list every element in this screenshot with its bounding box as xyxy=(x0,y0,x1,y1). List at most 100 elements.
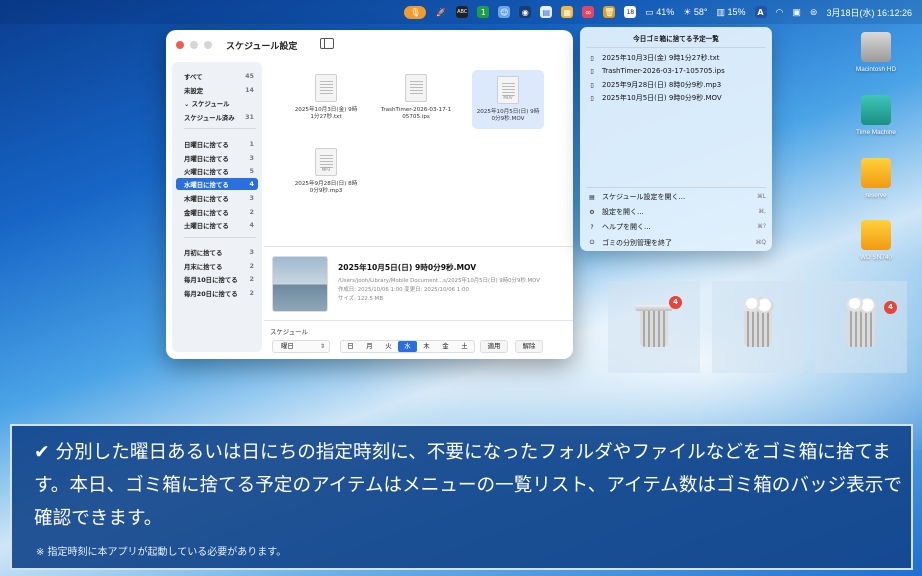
battery-indicator[interactable]: ▭ 41% xyxy=(645,7,674,18)
power-icon: ⏻ xyxy=(589,239,595,246)
file-item[interactable]: TrashTimer-2026-03-17-1 05705.ips xyxy=(380,74,452,121)
trash-menu-popup: 今日ゴミ箱に捨てる予定一覧 ▯ 2025年10月3日(金) 9時1分27秒.txt… xyxy=(580,27,772,251)
sidebar-item-unset[interactable]: 未設定 14 xyxy=(176,84,258,96)
zoom-button[interactable] xyxy=(204,41,212,49)
menubar-clock[interactable]: 3月18日(水) 16:12:26 xyxy=(826,6,912,19)
sidebar-group-schedule[interactable]: ⌄ スケジュール xyxy=(176,97,258,109)
file-name-line: 0分9秒.MOV xyxy=(491,116,525,122)
desktop-drive-macintosh-hd[interactable]: Macintosh HD xyxy=(846,32,906,73)
menu-quit[interactable]: ⏻ ゴミの分別管理を終了 ⌘Q xyxy=(588,237,766,249)
close-button[interactable] xyxy=(176,41,184,49)
rocket-icon[interactable]: 🚀 xyxy=(435,6,447,18)
menu-open-help[interactable]: ? ヘルプを開く... ⌘? xyxy=(588,221,766,233)
menu-open-schedule[interactable]: ▤ スケジュール設定を開く... ⌘L xyxy=(588,191,766,203)
finder-icon[interactable]: ☺ xyxy=(498,6,511,18)
apply-button[interactable]: 適用 xyxy=(480,340,508,353)
calendar-icon[interactable]: 18 xyxy=(624,6,637,18)
keyboard-icon[interactable]: A xyxy=(754,6,767,18)
chart-icon[interactable]: ◉ xyxy=(519,6,532,18)
weekday-wed[interactable]: 水 xyxy=(398,341,417,352)
sidebar-item-label: 月初に捨てる xyxy=(184,248,223,257)
sidebar-item-all[interactable]: すべて 45 xyxy=(176,70,258,82)
desktop-drive-wd-sn740[interactable]: WD SN740 xyxy=(846,220,906,261)
file-item[interactable]: MP3 2025年9月28日(日) 8時 0分9秒.mp3 xyxy=(290,148,362,195)
schedule-divider xyxy=(264,320,573,321)
sidebar-item-thursday[interactable]: 木曜日に捨てる 3 xyxy=(176,192,258,204)
sidebar-item-count: 2 xyxy=(249,289,254,297)
popup-divider xyxy=(586,47,766,48)
desktop-drive-time-machine[interactable]: Time Machine xyxy=(846,95,906,136)
gear-icon: ⚙ xyxy=(589,208,595,216)
control-center-icon[interactable]: ⊜ xyxy=(810,7,818,18)
weekday-tue[interactable]: 火 xyxy=(379,341,398,352)
weekday-sun[interactable]: 日 xyxy=(341,341,360,352)
desktop-icon-label: Time Machine xyxy=(856,129,896,136)
sidebar-item-month-start[interactable]: 月初に捨てる 3 xyxy=(176,246,258,258)
menu-item-label: 設定を開く... xyxy=(602,208,644,216)
weekday-segmented-control: 日 月 火 水 木 金 土 xyxy=(340,340,475,353)
weekday-sat[interactable]: 土 xyxy=(455,341,474,352)
one-icon[interactable]: 1 xyxy=(477,6,490,18)
menu-item-label: スケジュール設定を開く... xyxy=(602,193,686,201)
file-item[interactable]: 2025年10月3日(金) 9時 1分27秒.txt xyxy=(290,74,362,121)
sidebar-item-count: 14 xyxy=(245,86,254,94)
titlebar: スケジュール設定 xyxy=(166,30,573,60)
file-item-selected[interactable]: MOV 2025年10月5日(日) 9時 0分9秒.MOV xyxy=(472,70,544,129)
cancel-button[interactable]: 解除 xyxy=(515,340,543,353)
sidebar-item-count: 31 xyxy=(245,113,254,121)
schedule-window: スケジュール設定 すべて 45 未設定 14 ⌄ スケジュール スケジュール済み 31… xyxy=(166,30,573,359)
desktop-drive-reserve[interactable]: reserve xyxy=(846,158,906,199)
trash-full-icon xyxy=(845,297,877,347)
sidebar-item-label: 毎月10日に捨てる xyxy=(184,275,238,284)
file-name-line: 0分9秒.mp3 xyxy=(309,188,343,194)
cpu-indicator[interactable]: ▥ 15% xyxy=(717,7,746,18)
sidebar-item-sunday[interactable]: 日曜日に捨てる 1 xyxy=(176,138,258,150)
updown-chevron-icon: ⇕ xyxy=(319,343,325,350)
microphone-icon[interactable]: 🎙 xyxy=(404,5,427,19)
table-icon[interactable]: ▦ xyxy=(561,6,574,18)
menu-shortcut: ⌘Q xyxy=(755,240,766,246)
sidebar-item-label: 金曜日に捨てる xyxy=(184,208,229,217)
sidebar-item-scheduled[interactable]: スケジュール済み 31 xyxy=(176,111,258,123)
popup-file-item[interactable]: ▯ 2025年10月3日(金) 9時1分27秒.txt xyxy=(588,52,766,64)
file-icon: ▯ xyxy=(590,54,594,62)
detail-title: 2025年10月5日(日) 9時0分9秒.MOV xyxy=(338,263,477,272)
link-icon[interactable]: ∞ xyxy=(582,6,595,18)
popup-file-item[interactable]: ▯ 2025年9月28日(日) 8時0分9秒.mp3 xyxy=(588,79,766,91)
weekday-thu[interactable]: 木 xyxy=(417,341,436,352)
sidebar-item-monday[interactable]: 月曜日に捨てる 3 xyxy=(176,152,258,164)
temperature-indicator[interactable]: ☀ 58° xyxy=(683,7,707,18)
sidebar-item-saturday[interactable]: 土曜日に捨てる 4 xyxy=(176,219,258,231)
sidebar-item-day10[interactable]: 毎月10日に捨てる 2 xyxy=(176,273,258,285)
sidebar-item-friday[interactable]: 金曜日に捨てる 2 xyxy=(176,206,258,218)
time-machine-icon xyxy=(861,95,891,125)
sidebar-divider xyxy=(184,237,256,238)
sidebar-item-month-end[interactable]: 月末に捨てる 2 xyxy=(176,260,258,272)
sidebar-item-day20[interactable]: 毎月20日に捨てる 2 xyxy=(176,287,258,299)
detail-dates: 作成日: 2025/10/06 1:00 変更日: 2025/10/06 1:0… xyxy=(338,287,469,293)
app-icon[interactable]: ABC xyxy=(456,6,469,18)
folder-icon[interactable]: ▤ xyxy=(540,6,553,18)
trash-empty-icon xyxy=(635,305,673,347)
weekday-mon[interactable]: 月 xyxy=(360,341,379,352)
file-type-badge: MOV xyxy=(503,95,513,100)
minimize-button[interactable] xyxy=(190,41,198,49)
popup-file-item[interactable]: ▯ TrashTimer-2026-03-17-105705.ips xyxy=(588,65,766,77)
sidebar-item-tuesday[interactable]: 火曜日に捨てる 5 xyxy=(176,165,258,177)
file-name-line: 2025年9月28日(日) 8時 xyxy=(294,181,358,187)
trash-icon[interactable]: 🗑 xyxy=(603,6,616,18)
external-drive-icon xyxy=(861,158,891,188)
sidebar-item-label: すべて xyxy=(184,72,203,81)
menu-open-settings[interactable]: ⚙ 設定を開く... ⌘, xyxy=(588,206,766,218)
trash-empty-with-badge: 4 xyxy=(608,281,700,373)
weekday-fri[interactable]: 金 xyxy=(436,341,455,352)
wifi-icon[interactable]: ◠ xyxy=(776,7,784,18)
sidebar-toggle-icon[interactable] xyxy=(320,38,334,49)
file-name-line: 1分27秒.txt xyxy=(310,114,342,120)
popup-file-item[interactable]: ▯ 2025年10月5日(日) 9時0分9秒.MOV xyxy=(588,92,766,104)
schedule-mode-select[interactable]: 曜日 ⇕ xyxy=(272,340,330,353)
sidebar-item-count: 1 xyxy=(249,140,254,148)
sidebar-item-wednesday[interactable]: 水曜日に捨てる 4 xyxy=(176,178,258,190)
detail-thumbnail xyxy=(272,256,328,312)
display-icon[interactable]: ▣ xyxy=(792,7,801,18)
